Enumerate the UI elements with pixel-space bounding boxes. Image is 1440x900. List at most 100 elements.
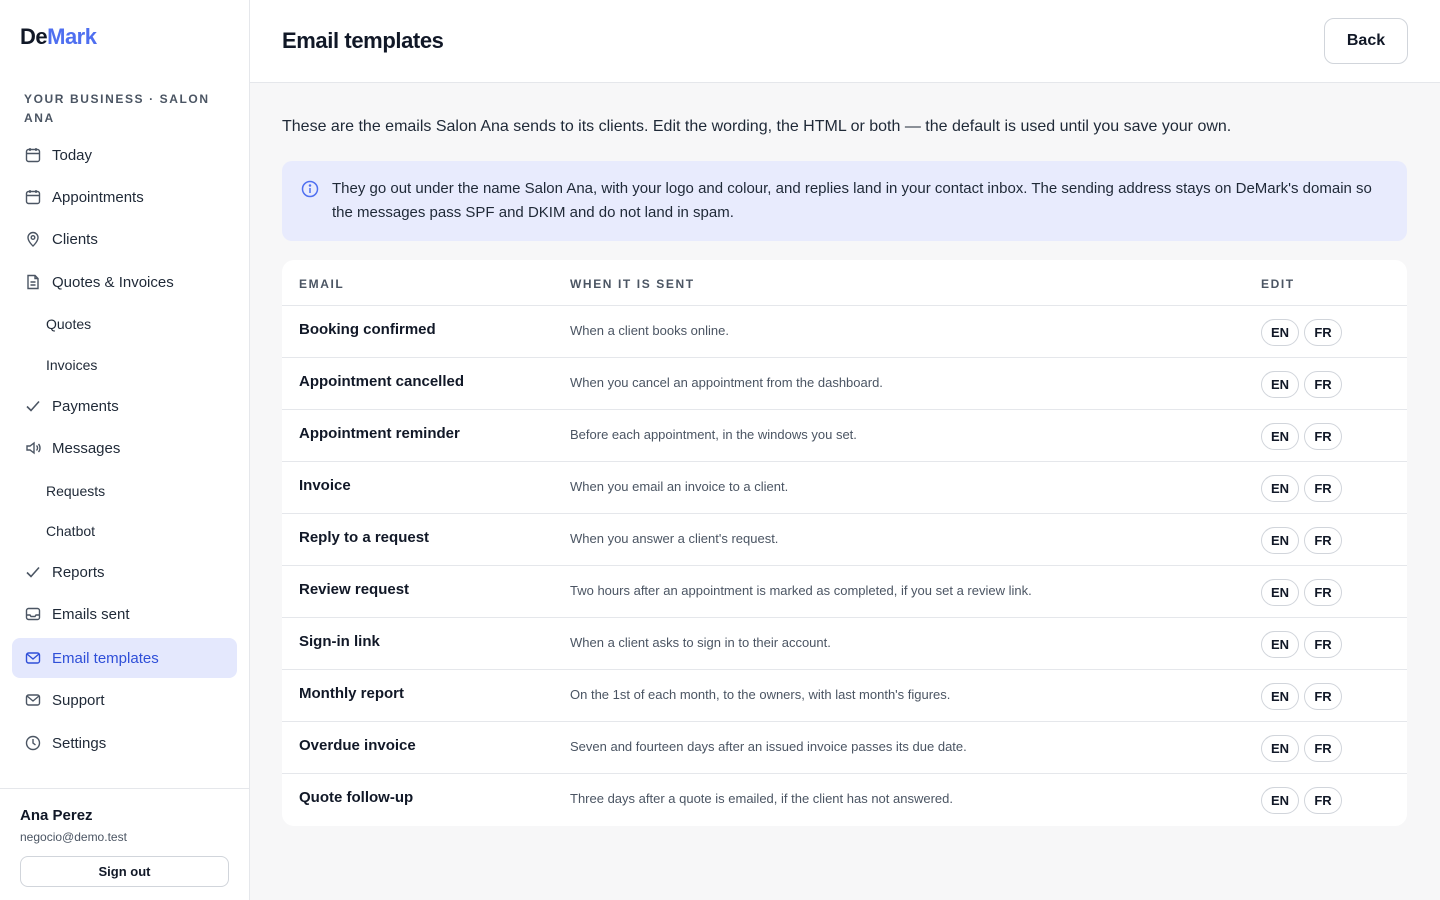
sidebar-item-chatbot[interactable]: Chatbot	[12, 511, 237, 551]
sidebar-item-label: Appointments	[52, 188, 144, 206]
table-row: Invoice When you email an invoice to a c…	[282, 462, 1407, 514]
sidebar-item-quotes[interactable]: Quotes	[12, 304, 237, 344]
edit-en-button[interactable]: EN	[1261, 631, 1299, 658]
template-name: Booking confirmed	[299, 321, 436, 338]
edit-en-button[interactable]: EN	[1261, 787, 1299, 814]
table-row: Appointment cancelled When you cancel an…	[282, 358, 1407, 410]
brand-logo-part2: Mark	[47, 24, 97, 49]
edit-en-button[interactable]: EN	[1261, 683, 1299, 710]
sidebar-item-label: Quotes	[46, 316, 92, 332]
table-header: EMAIL WHEN IT IS SENT EDIT	[282, 260, 1407, 306]
table-row: Appointment reminder Before each appoint…	[282, 410, 1407, 462]
check-icon	[24, 563, 42, 581]
sidebar-item-reports[interactable]: Reports	[12, 552, 237, 592]
sidebar-item-label: Quotes & Invoices	[52, 273, 174, 291]
template-when: Three days after a quote is emailed, if …	[570, 791, 953, 806]
sidebar-item-label: Support	[52, 691, 105, 709]
calendar-icon	[24, 188, 42, 206]
table-row: Reply to a request When you answer a cli…	[282, 514, 1407, 566]
mail-icon	[24, 691, 42, 709]
templates-table: EMAIL WHEN IT IS SENT EDIT Booking confi…	[282, 260, 1407, 826]
template-name: Review request	[299, 581, 410, 598]
sidebar-item-label: Clients	[52, 230, 98, 248]
template-name: Invoice	[299, 477, 351, 494]
table-row: Sign-in link When a client asks to sign …	[282, 618, 1407, 670]
sidebar-item-email-templates[interactable]: Email templates	[12, 638, 237, 678]
template-when: When you cancel an appointment from the …	[570, 375, 883, 390]
brand-logo[interactable]: DeMark	[20, 24, 97, 50]
template-when: Before each appointment, in the windows …	[570, 427, 857, 442]
info-banner: They go out under the name Salon Ana, wi…	[282, 161, 1407, 241]
table-row: Quote follow-up Three days after a quote…	[282, 774, 1407, 826]
sidebar-item-today[interactable]: Today	[12, 135, 237, 175]
edit-en-button[interactable]: EN	[1261, 371, 1299, 398]
sidebar-item-support[interactable]: Support	[12, 680, 237, 720]
info-icon	[301, 180, 319, 198]
table-row: Booking confirmed When a client books on…	[282, 306, 1407, 358]
edit-en-button[interactable]: EN	[1261, 735, 1299, 762]
user-panel: Ana Perez negocio@demo.test Sign out	[0, 788, 249, 900]
calendar-icon	[24, 146, 42, 164]
sidebar: DeMark YOUR BUSINESS · SALON ANA Today A…	[0, 0, 250, 900]
sidebar-item-label: Today	[52, 146, 93, 164]
edit-en-button[interactable]: EN	[1261, 527, 1299, 554]
sidebar-item-emails-sent[interactable]: Emails sent	[12, 594, 237, 634]
inbox-icon	[24, 605, 42, 623]
back-button[interactable]: Back	[1324, 18, 1408, 64]
sidebar-item-label: Settings	[52, 734, 107, 752]
template-when: On the 1st of each month, to the owners,…	[570, 687, 951, 702]
sidebar-item-clients[interactable]: Clients	[12, 219, 237, 259]
sidebar-item-appointments[interactable]: Appointments	[12, 177, 237, 217]
template-name: Monthly report	[299, 685, 404, 702]
clock-icon	[24, 734, 42, 752]
template-when: When you answer a client's request.	[570, 531, 779, 546]
sidebar-item-label: Email templates	[52, 649, 159, 667]
sidebar-item-quotes-invoices[interactable]: Quotes & Invoices	[12, 262, 237, 302]
edit-en-button[interactable]: EN	[1261, 423, 1299, 450]
map-pin-icon	[24, 230, 42, 248]
mail-icon	[24, 649, 42, 667]
template-name: Quote follow-up	[299, 789, 414, 806]
edit-fr-button[interactable]: FR	[1304, 579, 1342, 606]
sidebar-item-label: Reports	[52, 563, 105, 581]
check-icon	[24, 397, 42, 415]
info-text: They go out under the name Salon Ana, wi…	[332, 180, 1372, 221]
template-name: Appointment cancelled	[299, 373, 465, 390]
sidebar-item-messages[interactable]: Messages	[12, 428, 237, 468]
table-row: Review request Two hours after an appoin…	[282, 566, 1407, 618]
sidebar-item-label: Requests	[46, 483, 106, 499]
page-header: Email templates Back	[250, 0, 1440, 83]
brand-logo-part1: De	[20, 24, 48, 49]
sidebar-item-invoices[interactable]: Invoices	[12, 345, 237, 385]
template-name: Reply to a request	[299, 529, 430, 546]
edit-en-button[interactable]: EN	[1261, 475, 1299, 502]
edit-fr-button[interactable]: FR	[1304, 631, 1342, 658]
edit-fr-button[interactable]: FR	[1304, 527, 1342, 554]
user-email: negocio@demo.test	[20, 830, 127, 844]
sidebar-item-payments[interactable]: Payments	[12, 386, 237, 426]
edit-fr-button[interactable]: FR	[1304, 475, 1342, 502]
edit-fr-button[interactable]: FR	[1304, 423, 1342, 450]
edit-fr-button[interactable]: FR	[1304, 371, 1342, 398]
edit-fr-button[interactable]: FR	[1304, 319, 1342, 346]
edit-fr-button[interactable]: FR	[1304, 735, 1342, 762]
edit-en-button[interactable]: EN	[1261, 319, 1299, 346]
intro-text: These are the emails Salon Ana sends to …	[282, 118, 1232, 135]
template-when: When you email an invoice to a client.	[570, 479, 789, 494]
template-name: Overdue invoice	[299, 737, 416, 754]
edit-fr-button[interactable]: FR	[1304, 787, 1342, 814]
column-header-email: EMAIL	[299, 277, 345, 291]
page-title: Email templates	[282, 28, 444, 53]
sidebar-item-settings[interactable]: Settings	[12, 723, 237, 763]
sidebar-item-label: Chatbot	[46, 523, 96, 539]
template-when: When a client books online.	[570, 323, 729, 338]
edit-fr-button[interactable]: FR	[1304, 683, 1342, 710]
sidebar-item-requests[interactable]: Requests	[12, 471, 237, 511]
sidebar-item-label: Invoices	[46, 357, 98, 373]
sign-out-button[interactable]: Sign out	[20, 856, 229, 887]
table-row: Overdue invoice Seven and fourteen days …	[282, 722, 1407, 774]
template-name: Appointment reminder	[299, 425, 460, 442]
edit-en-button[interactable]: EN	[1261, 579, 1299, 606]
business-label: YOUR BUSINESS · SALON ANA	[24, 92, 210, 125]
table-row: Monthly report On the 1st of each month,…	[282, 670, 1407, 722]
